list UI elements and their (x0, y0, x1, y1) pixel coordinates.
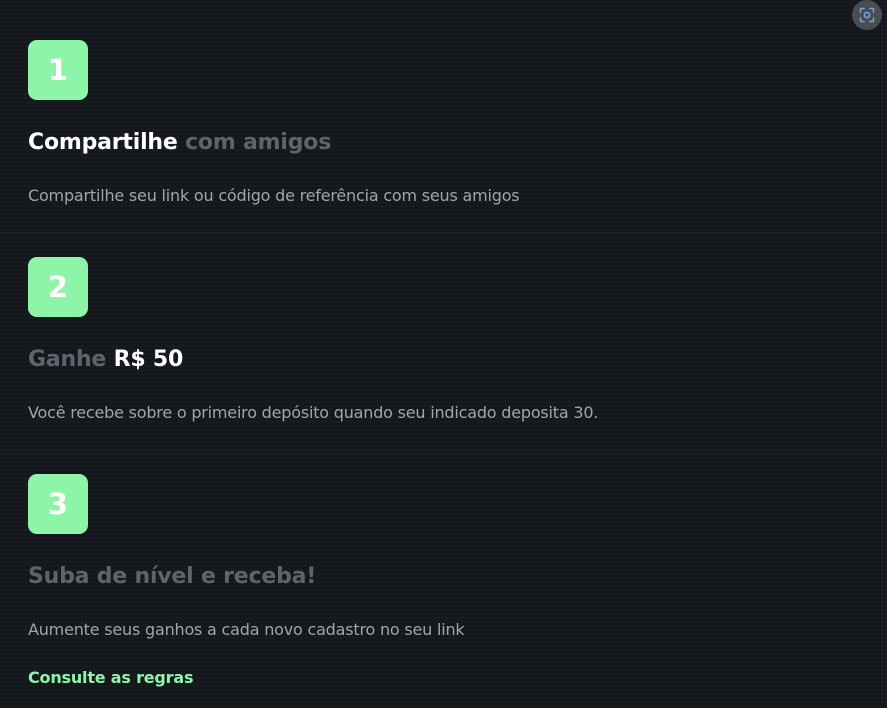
step-earn: 2 Ganhe R$ 50 Você recebe sobre o primei… (28, 257, 887, 422)
step-description: Aumente seus ganhos a cada novo cadastro… (28, 620, 465, 639)
step-description: Você recebe sobre o primeiro depósito qu… (28, 403, 599, 422)
step-number-badge: 3 (28, 474, 88, 534)
step-title: Suba de nível e receba! (28, 562, 316, 592)
step-title: Compartilhe com amigos (28, 128, 331, 158)
section-divider (0, 449, 887, 450)
step-title-strong: Compartilhe (28, 130, 178, 155)
step-title-muted: Ganhe (28, 347, 107, 372)
step-title-muted: com amigos (185, 130, 332, 155)
step-title-muted: Suba de nível e receba! (28, 564, 317, 589)
step-level-up: 3 Suba de nível e receba! Aumente seus g… (28, 474, 887, 687)
screen-scan-button[interactable] (852, 0, 882, 30)
step-title: Ganhe R$ 50 (28, 345, 183, 375)
step-number-badge: 2 (28, 257, 88, 317)
rules-link[interactable]: Consulte as regras (28, 666, 193, 690)
step-share: 1 Compartilhe com amigos Compartilhe seu… (28, 40, 887, 205)
screen-scan-icon (859, 7, 875, 23)
step-title-strong: R$ 50 (113, 347, 184, 372)
step-description: Compartilhe seu link ou código de referê… (28, 186, 520, 205)
section-divider (0, 232, 887, 233)
step-number-badge: 1 (28, 40, 88, 100)
